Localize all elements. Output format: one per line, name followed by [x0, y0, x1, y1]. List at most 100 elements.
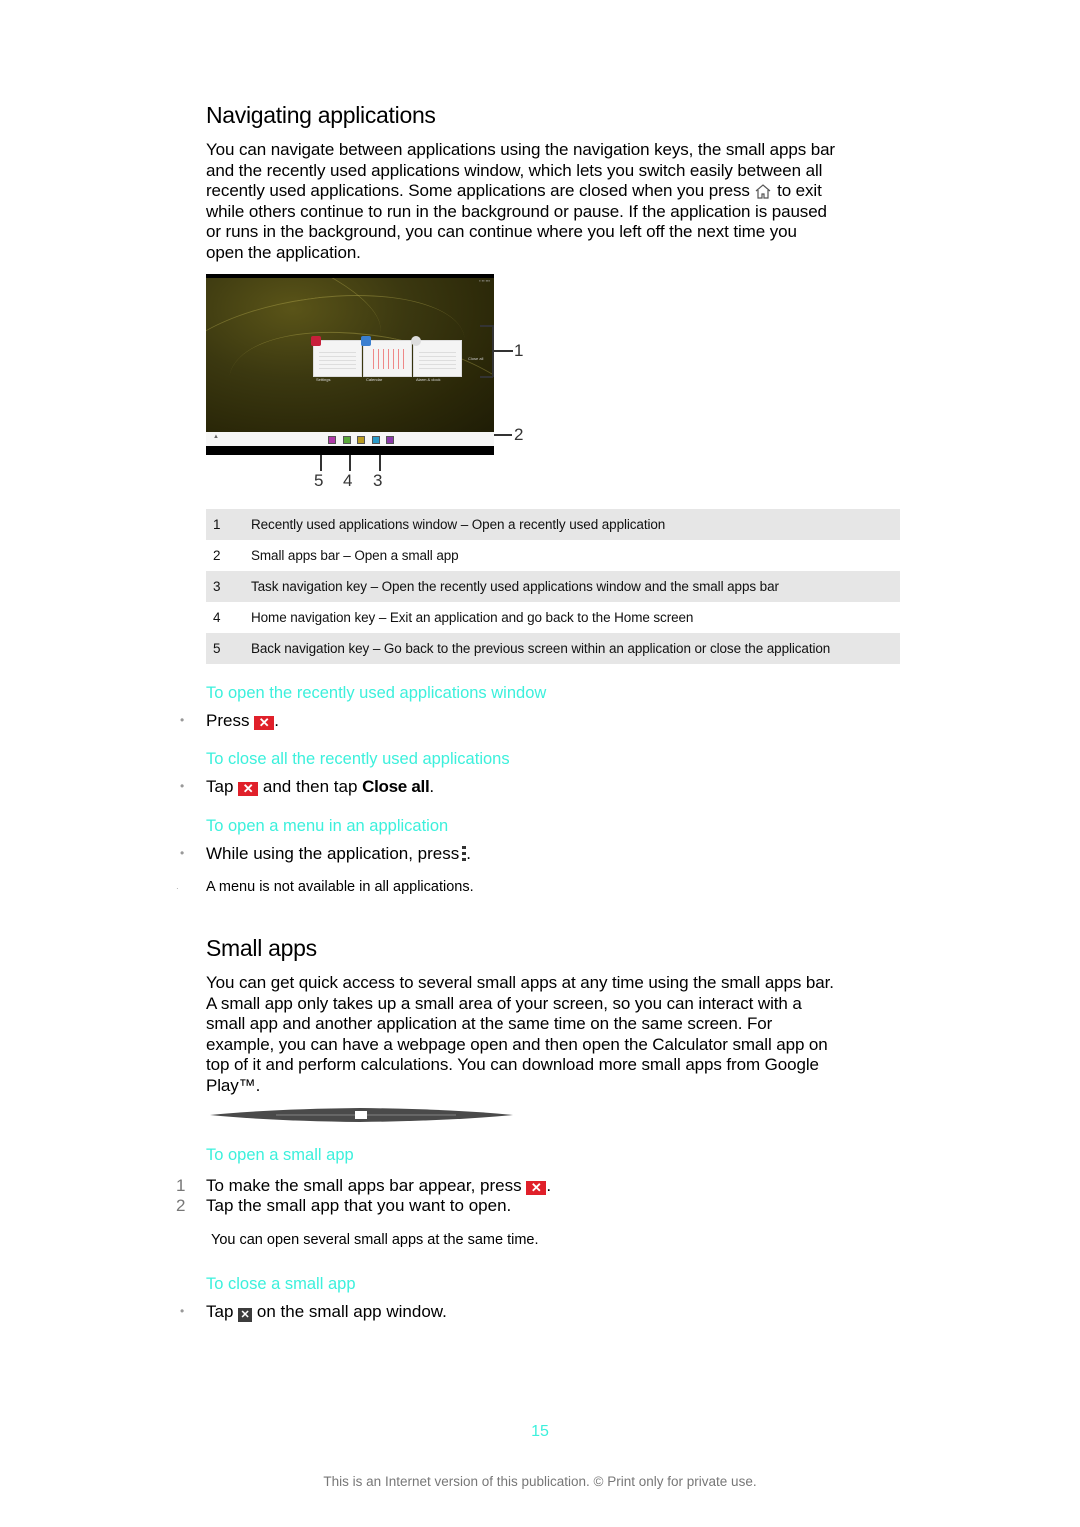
table-row: 5 Back navigation key – Go back to the pr…	[206, 633, 900, 664]
step-text: .	[546, 1176, 552, 1195]
procedure-step: • Press ✕.	[180, 710, 279, 731]
step-text: Tap	[206, 1302, 234, 1321]
intro-line: You can get quick access to several smal…	[206, 973, 834, 992]
intro-line: small app and another application at the…	[206, 1014, 773, 1034]
step-text: Tap the small app that you want to open.	[206, 1196, 512, 1215]
section-title-small-apps: Small apps	[206, 935, 317, 961]
close-all-button: Close all	[468, 356, 484, 361]
small-apps-bar: ▲	[206, 432, 494, 446]
table-row: 3 Task navigation key – Open the recently…	[206, 571, 900, 602]
callout-line-5	[320, 455, 322, 471]
legend-num: 1	[206, 509, 251, 540]
procedure-title: To close all the recently used applicati…	[206, 750, 510, 768]
callout-number: 5	[314, 471, 324, 490]
step-text: .	[466, 844, 471, 863]
step-number: 2	[176, 1196, 186, 1215]
procedure-title: To open a menu in an application	[206, 817, 449, 835]
table-row: 1 Recently used applications window – Ope…	[206, 509, 900, 540]
callout-line-1	[493, 350, 513, 352]
settings-icon	[311, 336, 321, 346]
recent-app-card	[361, 336, 412, 377]
legend-text: Task navigation key – Open the recently …	[251, 571, 900, 602]
recent-app-label: Alarm & clock	[416, 377, 441, 382]
intro-line: while others continue to run in the back…	[206, 201, 827, 221]
callout-line-3	[379, 455, 381, 471]
intro-line: or runs in the background, you can conti…	[206, 222, 797, 242]
step-text: on the small app window.	[256, 1302, 447, 1321]
note-text: A menu is not available in all applicati…	[206, 879, 474, 895]
small-app-icon	[372, 436, 380, 444]
intro-line: and the recently used applications windo…	[206, 160, 823, 180]
bullet: •	[180, 713, 185, 727]
callout-legend-table: 1 Recently used applications window – Ope…	[206, 509, 900, 664]
note-text: You can open several small apps at the s…	[211, 1232, 539, 1248]
small-app-icon	[357, 436, 365, 444]
step-text: Press	[206, 711, 250, 730]
intro-line-text: recently used applications. Some applica…	[206, 181, 750, 201]
legend-num: 4	[213, 610, 221, 625]
close-all-label: Close all	[362, 777, 430, 796]
intro-line: recently used applications. Some applica…	[206, 181, 906, 202]
intro-line: open the application.	[206, 242, 361, 262]
small-apps-handle	[355, 1111, 367, 1119]
recent-app-card	[411, 336, 462, 377]
procedure-step: • Tap ✕ on the small app window.	[180, 1301, 447, 1322]
legend-text: Back navigation key – Go back to the pre…	[251, 633, 900, 664]
step-text: and then tap	[262, 777, 358, 796]
procedure-step: • While using the application, press.	[180, 843, 471, 864]
close-small-app-icon: ✕	[238, 1308, 253, 1322]
home-icon	[756, 184, 771, 199]
step-number: 1	[176, 1176, 186, 1195]
small-apps-bar-image	[210, 1108, 513, 1122]
table-row: 2 Small apps bar – Open a small app	[206, 540, 900, 571]
status-bar: ▪ ▪▪ ▪▪▪	[479, 278, 490, 283]
procedure-title: To close a small app	[206, 1275, 356, 1293]
intro-line-text: to exit	[777, 181, 822, 201]
intro-line: top of it and perform calculations. You …	[206, 1055, 819, 1075]
procedure-title: To open a small app	[206, 1146, 354, 1164]
step-text: .	[274, 711, 279, 730]
calendar-icon	[361, 336, 371, 346]
task-key-icon: ✕	[254, 716, 275, 730]
recent-app-card	[311, 336, 362, 377]
bullet: •	[180, 1304, 185, 1318]
recent-app-label: Calendar	[366, 377, 383, 382]
section-title-navigating: Navigating applications	[206, 102, 436, 128]
bullet: •	[180, 779, 185, 793]
bullet: •	[180, 846, 185, 860]
caret-up-icon: ▲	[213, 434, 219, 440]
callout-line-2	[494, 434, 512, 436]
footer-notice: This is an Internet version of this publ…	[323, 1474, 757, 1489]
intro-line: example, you can have a webpage open and…	[206, 1034, 828, 1054]
procedure-title: To open the recently used applications w…	[206, 684, 547, 702]
navigating-intro: You can navigate between applications us…	[206, 140, 906, 264]
legend-text: Recently used applications window – Open…	[251, 509, 900, 540]
step-text: While using the application, press	[206, 844, 460, 863]
step-text: To make the small apps bar appear, press	[206, 1176, 522, 1195]
step-text: Tap	[206, 777, 234, 796]
procedure-step: 1 To make the small apps bar appear, pres…	[176, 1176, 551, 1196]
small-app-icon	[328, 436, 336, 444]
small-apps-intro: You can get quick access to several smal…	[206, 973, 906, 1097]
recent-apps-screenshot: ▪ ▪▪ ▪▪▪ Settings Calendar Alarm & clock…	[206, 274, 494, 455]
note-mark: ·	[176, 884, 179, 893]
legend-num: 3	[206, 571, 251, 602]
page-number: 15	[531, 1423, 549, 1440]
task-key-icon: ✕	[238, 782, 259, 796]
clock-icon	[411, 336, 421, 346]
intro-line: Play™.	[206, 1075, 261, 1095]
table-row: 4 Home navigation key – Exit an applicati…	[206, 602, 900, 633]
legend-text: Small apps bar – Open a small app	[251, 548, 459, 563]
callout-line-4	[349, 455, 351, 471]
wallpaper: ▪ ▪▪ ▪▪▪ Settings Calendar Alarm & clock…	[206, 278, 494, 432]
procedure-step: • Tap ✕ and then tap Close all.	[180, 776, 434, 797]
task-key-icon: ✕	[526, 1181, 547, 1195]
small-app-icon	[343, 436, 351, 444]
legend-num: 2	[213, 548, 221, 563]
step-text: .	[429, 777, 435, 796]
recent-app-label: Settings	[316, 377, 331, 382]
callout-number: 4	[343, 471, 353, 490]
legend-num: 5	[206, 633, 251, 664]
intro-line: You can navigate between applications us…	[206, 140, 835, 159]
callout-bracket-bottom	[480, 376, 493, 378]
